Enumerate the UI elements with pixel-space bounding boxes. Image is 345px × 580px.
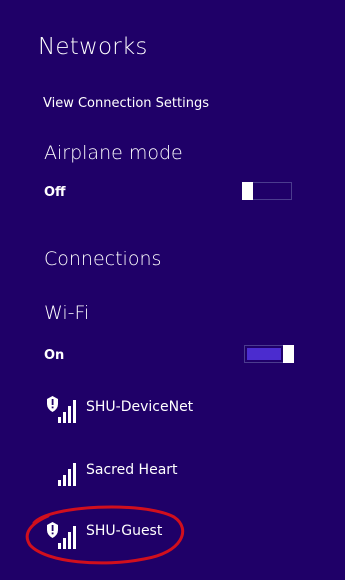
- wifi-state: On: [44, 348, 65, 363]
- wifi-signal-icon: [47, 396, 76, 423]
- network-item-sacred-heart[interactable]: Sacred Heart: [40, 452, 310, 492]
- network-name: Sacred Heart: [86, 462, 178, 478]
- wifi-label: Wi-Fi: [44, 302, 90, 324]
- toggle-fill: [247, 348, 281, 360]
- network-item-shu-devicenet[interactable]: SHU-DeviceNet: [40, 389, 310, 429]
- network-name: SHU-DeviceNet: [86, 399, 194, 415]
- panel-title: Networks: [38, 34, 148, 60]
- connections-heading: Connections: [44, 248, 162, 270]
- highlight-circle: [25, 505, 185, 565]
- toggle-thumb: [283, 345, 294, 363]
- airplane-mode-state: Off: [44, 185, 66, 200]
- wifi-toggle[interactable]: [244, 345, 294, 363]
- view-connection-settings-link[interactable]: View Connection Settings: [43, 96, 209, 111]
- wifi-signal-icon: [58, 463, 76, 486]
- airplane-mode-label: Airplane mode: [44, 142, 183, 164]
- toggle-thumb: [242, 182, 253, 200]
- airplane-mode-toggle[interactable]: [242, 182, 292, 200]
- shield-warning-icon: [47, 396, 58, 412]
